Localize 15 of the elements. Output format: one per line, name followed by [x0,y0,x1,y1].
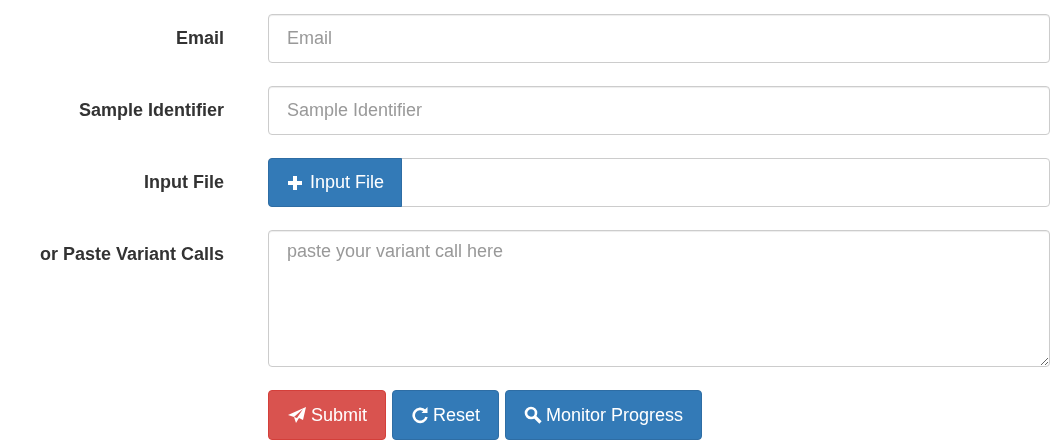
reset-button[interactable]: Reset [392,390,500,440]
field-label: Input File [143,171,224,194]
submit-button[interactable]: Submit [268,390,387,440]
field-label: Sample Identifier [77,99,224,122]
search-button[interactable]: Monitor Progress [505,390,703,440]
plus-icon [287,174,303,191]
field-label: or Paste Variant Calls [38,243,224,266]
text-field[interactable]: Sample Identifier [268,86,1050,135]
text-area[interactable]: paste your variant call here [268,230,1050,367]
input-file-button[interactable]: Input File [268,158,403,207]
refresh-icon [411,406,430,424]
field-label: Email [174,27,224,50]
text-field[interactable]: Email [268,14,1050,63]
search-icon [524,406,543,424]
paper-plane-icon [287,406,307,424]
